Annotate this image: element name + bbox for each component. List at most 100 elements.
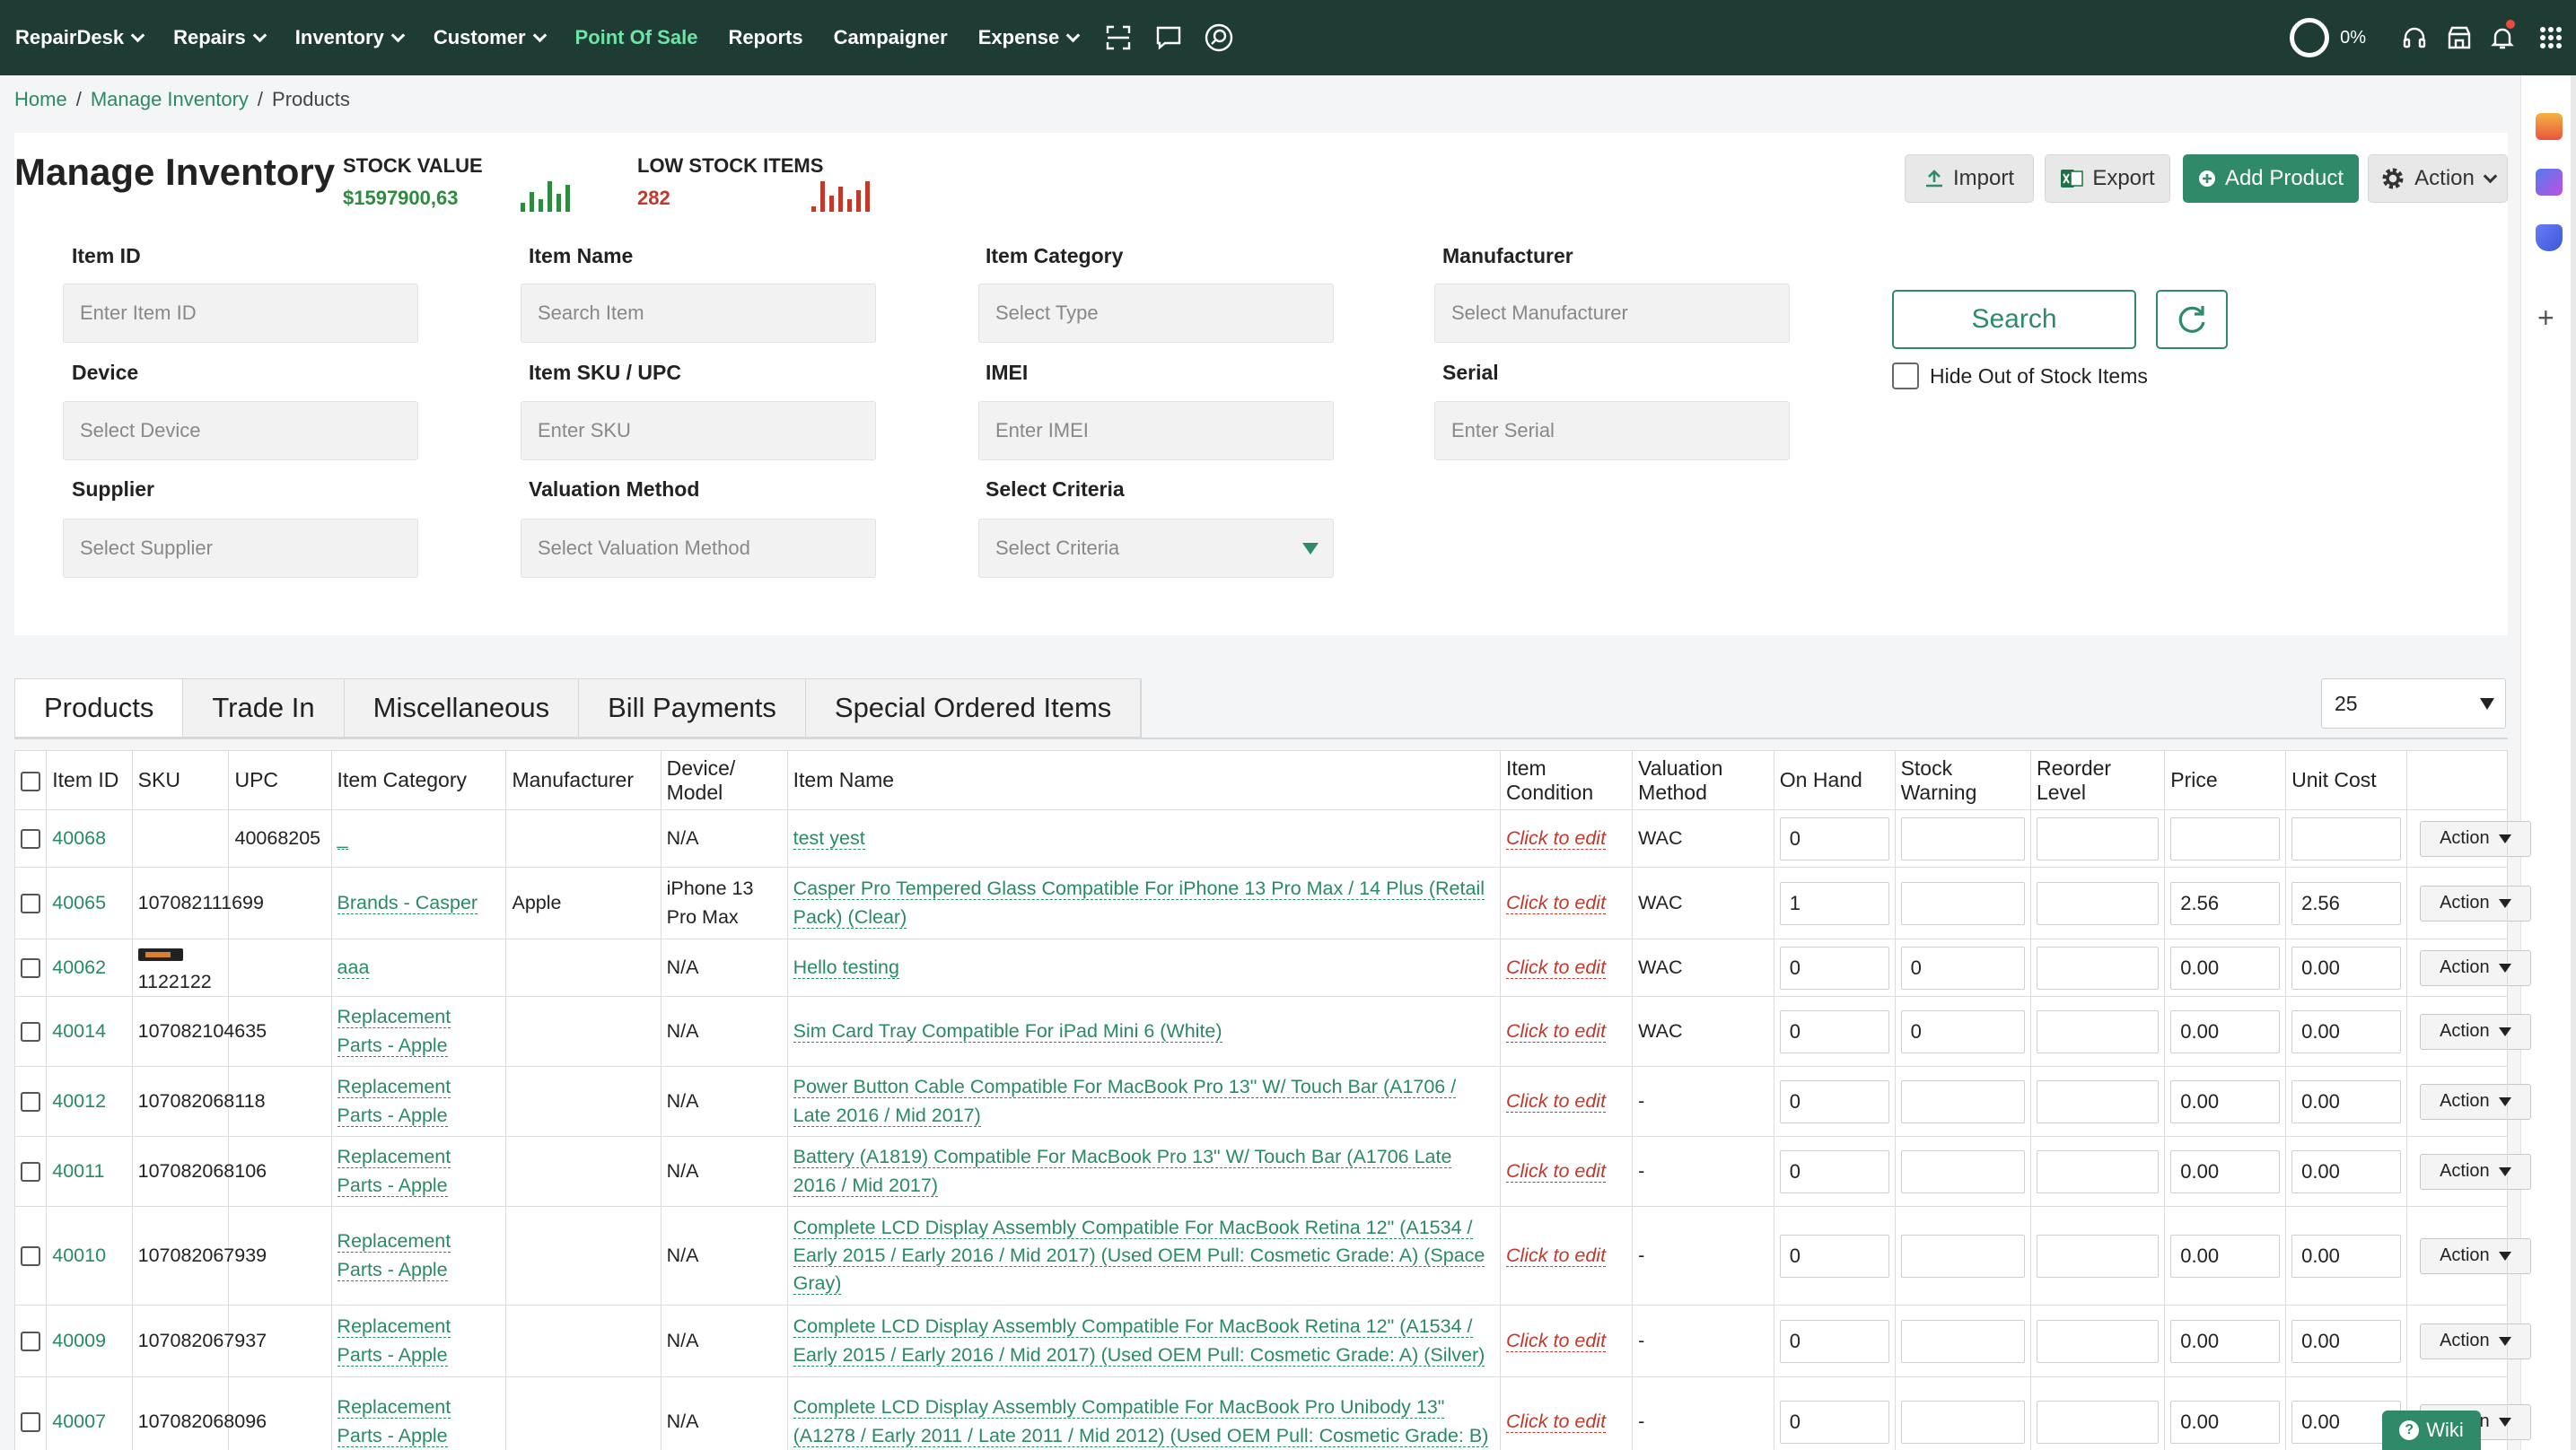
store-icon[interactable] (2440, 0, 2479, 75)
tab-special-ordered-items[interactable]: Special Ordered Items (805, 679, 1142, 737)
unit-cost-input[interactable] (2291, 881, 2401, 925)
item-name-link[interactable]: Complete LCD Display Assembly Compatible… (793, 1396, 1489, 1447)
reorder-level-input[interactable] (2036, 1149, 2160, 1193)
col-header[interactable]: Item ID (46, 750, 133, 810)
select-all-checkbox[interactable] (21, 772, 40, 792)
reorder-level-input[interactable] (2036, 817, 2160, 860)
item-id-link[interactable]: 40009 (52, 1330, 106, 1351)
col-header[interactable]: UPC (228, 750, 332, 810)
col-header[interactable]: Item Name (786, 750, 1501, 810)
reorder-level-input[interactable] (2036, 881, 2160, 925)
stock-warning-input[interactable] (1900, 817, 2025, 860)
item-id-link[interactable]: 40062 (52, 956, 106, 978)
tab-products[interactable]: Products (15, 679, 184, 737)
add-product-button[interactable]: Add Product (2183, 154, 2359, 203)
breadcrumb-manage-inventory[interactable]: Manage Inventory (91, 88, 249, 111)
table-row[interactable]: 40068 40068205 _ N/A test yest Click to edit W… (13, 809, 2531, 868)
item-category-select[interactable]: Select Type (978, 284, 1334, 343)
nav-customer[interactable]: Customer (418, 0, 560, 75)
stock-warning-input[interactable] (1900, 1400, 2025, 1444)
row-action-button[interactable]: Action (2419, 1013, 2531, 1050)
condition-edit-link[interactable]: Click to edit (1505, 1410, 1607, 1433)
price-input[interactable] (2170, 817, 2281, 860)
row-checkbox[interactable] (21, 1332, 40, 1352)
row-checkbox[interactable] (21, 958, 40, 979)
row-checkbox[interactable] (21, 1412, 40, 1433)
tab-trade-in[interactable]: Trade In (183, 679, 345, 737)
row-checkbox[interactable] (21, 1092, 40, 1113)
item-name-link[interactable]: Complete LCD Display Assembly Compatible… (793, 1315, 1485, 1367)
nav-inventory[interactable]: Inventory (280, 0, 418, 75)
nav-point-of-sale[interactable]: Point Of Sale (560, 0, 714, 75)
condition-edit-link[interactable]: Click to edit (1505, 956, 1607, 979)
item-name-link[interactable]: Battery (A1819) Compatible For MacBook P… (793, 1146, 1452, 1197)
device-select[interactable]: Select Device (63, 401, 418, 460)
row-action-button[interactable]: Action (2419, 1237, 2531, 1274)
table-row[interactable]: 40065 107082111699 Brands - Casper Apple iPh… (13, 867, 2531, 939)
import-button[interactable]: Import (1905, 154, 2034, 203)
on-hand-input[interactable] (1779, 1400, 1889, 1444)
stock-warning-input[interactable] (1900, 1149, 2025, 1193)
bell-icon[interactable] (2479, 0, 2526, 75)
search-button[interactable]: Search (1892, 290, 2136, 349)
item-id-input[interactable] (63, 284, 418, 343)
category-link[interactable]: Replacement Parts - Apple (337, 1146, 451, 1197)
tab-miscellaneous[interactable]: Miscellaneous (344, 679, 580, 737)
unit-cost-input[interactable] (2291, 1149, 2401, 1193)
item-name-link[interactable]: Hello testing (793, 956, 899, 979)
reset-filters-button[interactable] (2156, 290, 2228, 349)
hide-out-of-stock-toggle[interactable]: Hide Out of Stock Items (1892, 362, 2148, 389)
supplier-select[interactable]: Select Supplier (63, 519, 418, 578)
breadcrumb-home[interactable]: Home (14, 88, 67, 111)
on-hand-input[interactable] (1779, 817, 1889, 860)
on-hand-input[interactable] (1779, 1234, 1889, 1278)
item-id-link[interactable]: 40010 (52, 1245, 106, 1266)
on-hand-input[interactable] (1779, 1079, 1889, 1123)
col-header[interactable]: Item Category (330, 750, 507, 810)
on-hand-input[interactable] (1779, 1319, 1889, 1363)
price-input[interactable] (2170, 946, 2281, 990)
stock-warning-input[interactable] (1900, 1319, 2025, 1363)
item-name-link[interactable]: Complete LCD Display Assembly Compatible… (793, 1216, 1485, 1296)
item-id-link[interactable]: 40007 (52, 1411, 106, 1432)
category-link[interactable]: Replacement Parts - Apple (337, 1006, 451, 1057)
price-input[interactable] (2170, 1149, 2281, 1193)
col-header[interactable]: Reorder Level (2029, 750, 2166, 810)
col-header[interactable]: Price (2164, 750, 2287, 810)
unit-cost-input[interactable] (2291, 1009, 2401, 1053)
integration-app-icon[interactable] (2536, 169, 2563, 196)
col-header[interactable]: Unit Cost (2285, 750, 2407, 810)
row-action-button[interactable]: Action (2419, 1083, 2531, 1120)
table-row[interactable]: 40010 107082067939 Replacement Parts - App… (13, 1206, 2531, 1306)
condition-edit-link[interactable]: Click to edit (1505, 1159, 1607, 1183)
col-header[interactable]: Manufacturer (505, 750, 662, 810)
category-link[interactable]: Brands - Casper (337, 891, 478, 914)
stock-warning-input[interactable] (1900, 1009, 2025, 1053)
unit-cost-input[interactable] (2291, 1234, 2401, 1278)
col-header[interactable]: Device/ Model (660, 750, 788, 810)
col-header[interactable]: Item Condition (1499, 750, 1634, 810)
add-app-icon[interactable]: + (2537, 303, 2554, 332)
nav-campaigner[interactable]: Campaigner (819, 0, 963, 75)
condition-edit-link[interactable]: Click to edit (1505, 1329, 1607, 1352)
page-scrollbar[interactable] (2571, 75, 2576, 1450)
category-link[interactable]: Replacement Parts - Apple (337, 1396, 451, 1447)
condition-edit-link[interactable]: Click to edit (1505, 826, 1607, 850)
col-header[interactable]: Valuation Method (1632, 750, 1774, 810)
scan-icon[interactable] (1093, 0, 1143, 75)
search-icon[interactable] (1194, 0, 1244, 75)
item-name-link[interactable]: Casper Pro Tempered Glass Compatible For… (793, 878, 1485, 929)
unit-cost-input[interactable] (2291, 1079, 2401, 1123)
imei-input[interactable] (978, 401, 1334, 460)
table-row[interactable]: 40014 107082104635 Replacement Parts - App… (13, 996, 2531, 1067)
reorder-level-input[interactable] (2036, 1234, 2160, 1278)
on-hand-input[interactable] (1779, 881, 1889, 925)
price-input[interactable] (2170, 1234, 2281, 1278)
table-row[interactable]: 40012 107082068118 Replacement Parts - App… (13, 1066, 2531, 1137)
stock-warning-input[interactable] (1900, 1079, 2025, 1123)
condition-edit-link[interactable]: Click to edit (1505, 1089, 1607, 1113)
price-input[interactable] (2170, 1319, 2281, 1363)
col-header[interactable]: On Hand (1773, 750, 1896, 810)
item-name-input[interactable] (521, 284, 876, 343)
row-checkbox[interactable] (21, 894, 40, 914)
